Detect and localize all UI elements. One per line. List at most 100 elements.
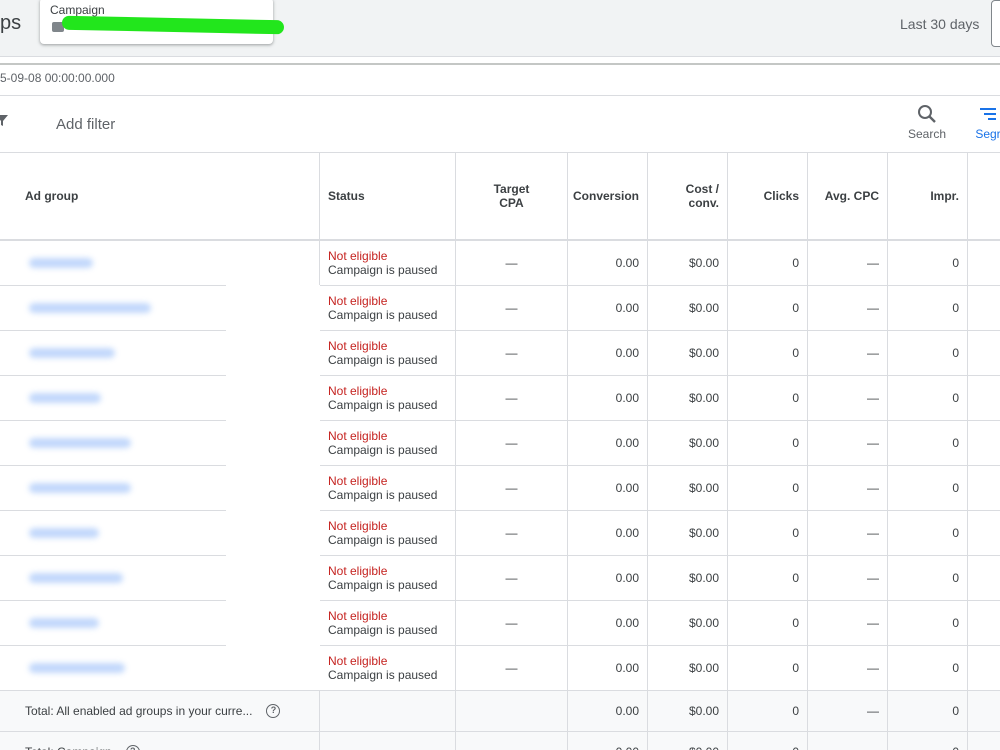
total-status-cell (320, 732, 456, 750)
cost-conv-cell: $0.00 (648, 466, 728, 510)
target-cpa-cell: — (456, 421, 568, 465)
total-extra-cell (968, 732, 1000, 750)
extra-cell (968, 421, 1000, 465)
segment-icon (980, 108, 996, 120)
search-button[interactable]: Search (900, 104, 954, 141)
campaign-picker[interactable]: Campaign (40, 0, 285, 44)
avg-cpc-cell: — (808, 331, 888, 375)
cost-conv-cell: $0.00 (648, 646, 728, 690)
page-title: ps (0, 12, 22, 34)
status-primary: Not eligible (328, 474, 388, 488)
table-row[interactable]: Not eligible Campaign is paused —0.00 $0.00… (0, 556, 1000, 601)
col-header-conversions[interactable]: Conversions (568, 153, 648, 239)
ad-group-name-redacted[interactable] (29, 573, 123, 583)
extra-cell (968, 376, 1000, 420)
table-row[interactable]: Not eligible Campaign is paused —0.00 $0.00… (0, 421, 1000, 466)
target-cpa-cell: — (456, 556, 568, 600)
table-header-row: Ad group Status Target CPA Conversions C… (0, 153, 1000, 241)
impr-cell: 0 (888, 646, 968, 690)
clicks-cell: 0 (728, 556, 808, 600)
cost-conv-cell: $0.00 (648, 421, 728, 465)
ad-group-name-redacted[interactable] (29, 438, 131, 448)
col-header-status[interactable]: Status (320, 153, 456, 239)
col-header-clicks[interactable]: Clicks (728, 153, 808, 239)
col-header-target-cpa[interactable]: Target CPA (456, 153, 568, 239)
col-header-impr[interactable]: Impr. (888, 153, 968, 239)
target-cpa-cell: — (456, 241, 568, 285)
segment-button[interactable]: Segr (968, 104, 1000, 141)
status-primary: Not eligible (328, 339, 388, 353)
col-header-avg-cpc[interactable]: Avg. CPC (808, 153, 888, 239)
search-button-label: Search (907, 127, 947, 141)
redaction-mask (226, 285, 320, 690)
status-primary: Not eligible (328, 609, 388, 623)
conversions-cell: 0.00 (568, 331, 648, 375)
conversions-cell: 0.00 (568, 376, 648, 420)
col-header-target-cpa-text: Target CPA (493, 182, 530, 210)
page-header: ps Campaign Last 30 days (0, 0, 1000, 57)
conversions-cell: 0.00 (568, 421, 648, 465)
ad-group-name-redacted[interactable] (29, 528, 99, 538)
target-cpa-cell: — (456, 286, 568, 330)
cost-conv-cell: $0.00 (648, 601, 728, 645)
target-cpa-cell: — (456, 511, 568, 555)
filter-icon[interactable] (0, 114, 8, 126)
col-header-ad-group[interactable]: Ad group (0, 153, 320, 239)
table-row[interactable]: Not eligible Campaign is paused —0.00 $0.00… (0, 286, 1000, 331)
conversions-cell: 0.00 (568, 511, 648, 555)
col-header-cost-conv[interactable]: Cost / conv. (648, 153, 728, 239)
avg-cpc-cell: — (808, 601, 888, 645)
avg-cpc-cell: — (808, 646, 888, 690)
target-cpa-cell: — (456, 646, 568, 690)
add-filter-button[interactable]: Add filter (56, 116, 115, 133)
ad-group-name-redacted[interactable] (29, 303, 151, 313)
clicks-cell: 0 (728, 286, 808, 330)
target-cpa-cell: — (456, 331, 568, 375)
table-row[interactable]: Not eligible Campaign is paused —0.00 $0.00… (0, 241, 1000, 286)
ad-group-name-redacted[interactable] (29, 258, 93, 268)
status-cell: Not eligible Campaign is paused (320, 421, 456, 465)
impr-cell: 0 (888, 241, 968, 285)
total-label: Total: All enabled ad groups in your cur… (25, 704, 253, 718)
help-icon[interactable]: ? (125, 745, 140, 750)
impr-cell: 0 (888, 376, 968, 420)
impr-cell: 0 (888, 556, 968, 600)
ad-group-name-redacted[interactable] (29, 393, 101, 403)
table-row[interactable]: Not eligible Campaign is paused —0.00 $0.00… (0, 646, 1000, 691)
status-secondary: Campaign is paused (328, 533, 438, 547)
filter-bar: Add filter Search Segr (0, 96, 1000, 153)
status-secondary: Campaign is paused (328, 263, 438, 277)
table-row[interactable]: Not eligible Campaign is paused —0.00 $0.00… (0, 331, 1000, 376)
impr-cell: 0 (888, 466, 968, 510)
status-primary: Not eligible (328, 429, 388, 443)
status-primary: Not eligible (328, 564, 388, 578)
impr-cell: 0 (888, 421, 968, 465)
total-label: Total: Campaign (25, 745, 112, 750)
total-conversions-cell: 0.00 (568, 691, 648, 731)
table-row[interactable]: Not eligible Campaign is paused —0.00 $0.00… (0, 511, 1000, 556)
ad-group-name-redacted[interactable] (29, 483, 131, 493)
conversions-cell: 0.00 (568, 286, 648, 330)
help-icon[interactable]: ? (266, 704, 281, 718)
clicks-cell: 0 (728, 241, 808, 285)
ad-group-cell[interactable] (0, 241, 320, 285)
table-row[interactable]: Not eligible Campaign is paused —0.00 $0.00… (0, 466, 1000, 511)
table-row[interactable]: Not eligible Campaign is paused —0.00 $0.00… (0, 376, 1000, 421)
status-cell: Not eligible Campaign is paused (320, 601, 456, 645)
total-row: Total: Campaign?0.00$0.000—0 (0, 732, 1000, 750)
status-primary: Not eligible (328, 249, 388, 263)
clicks-cell: 0 (728, 646, 808, 690)
ad-group-name-redacted[interactable] (29, 618, 99, 628)
table-row[interactable]: Not eligible Campaign is paused —0.00 $0.00… (0, 601, 1000, 646)
extra-cell (968, 556, 1000, 600)
timestamp-bar: 5-09-08 00:00:00.000 (0, 63, 1000, 96)
date-range-picker[interactable] (991, 0, 1000, 47)
date-range-label[interactable]: Last 30 days (900, 16, 979, 32)
avg-cpc-cell: — (808, 466, 888, 510)
total-target-cpa-cell (456, 732, 568, 750)
status-secondary: Campaign is paused (328, 443, 438, 457)
cost-conv-cell: $0.00 (648, 376, 728, 420)
ad-group-name-redacted[interactable] (29, 348, 115, 358)
ad-group-name-redacted[interactable] (29, 663, 125, 673)
status-cell: Not eligible Campaign is paused (320, 556, 456, 600)
